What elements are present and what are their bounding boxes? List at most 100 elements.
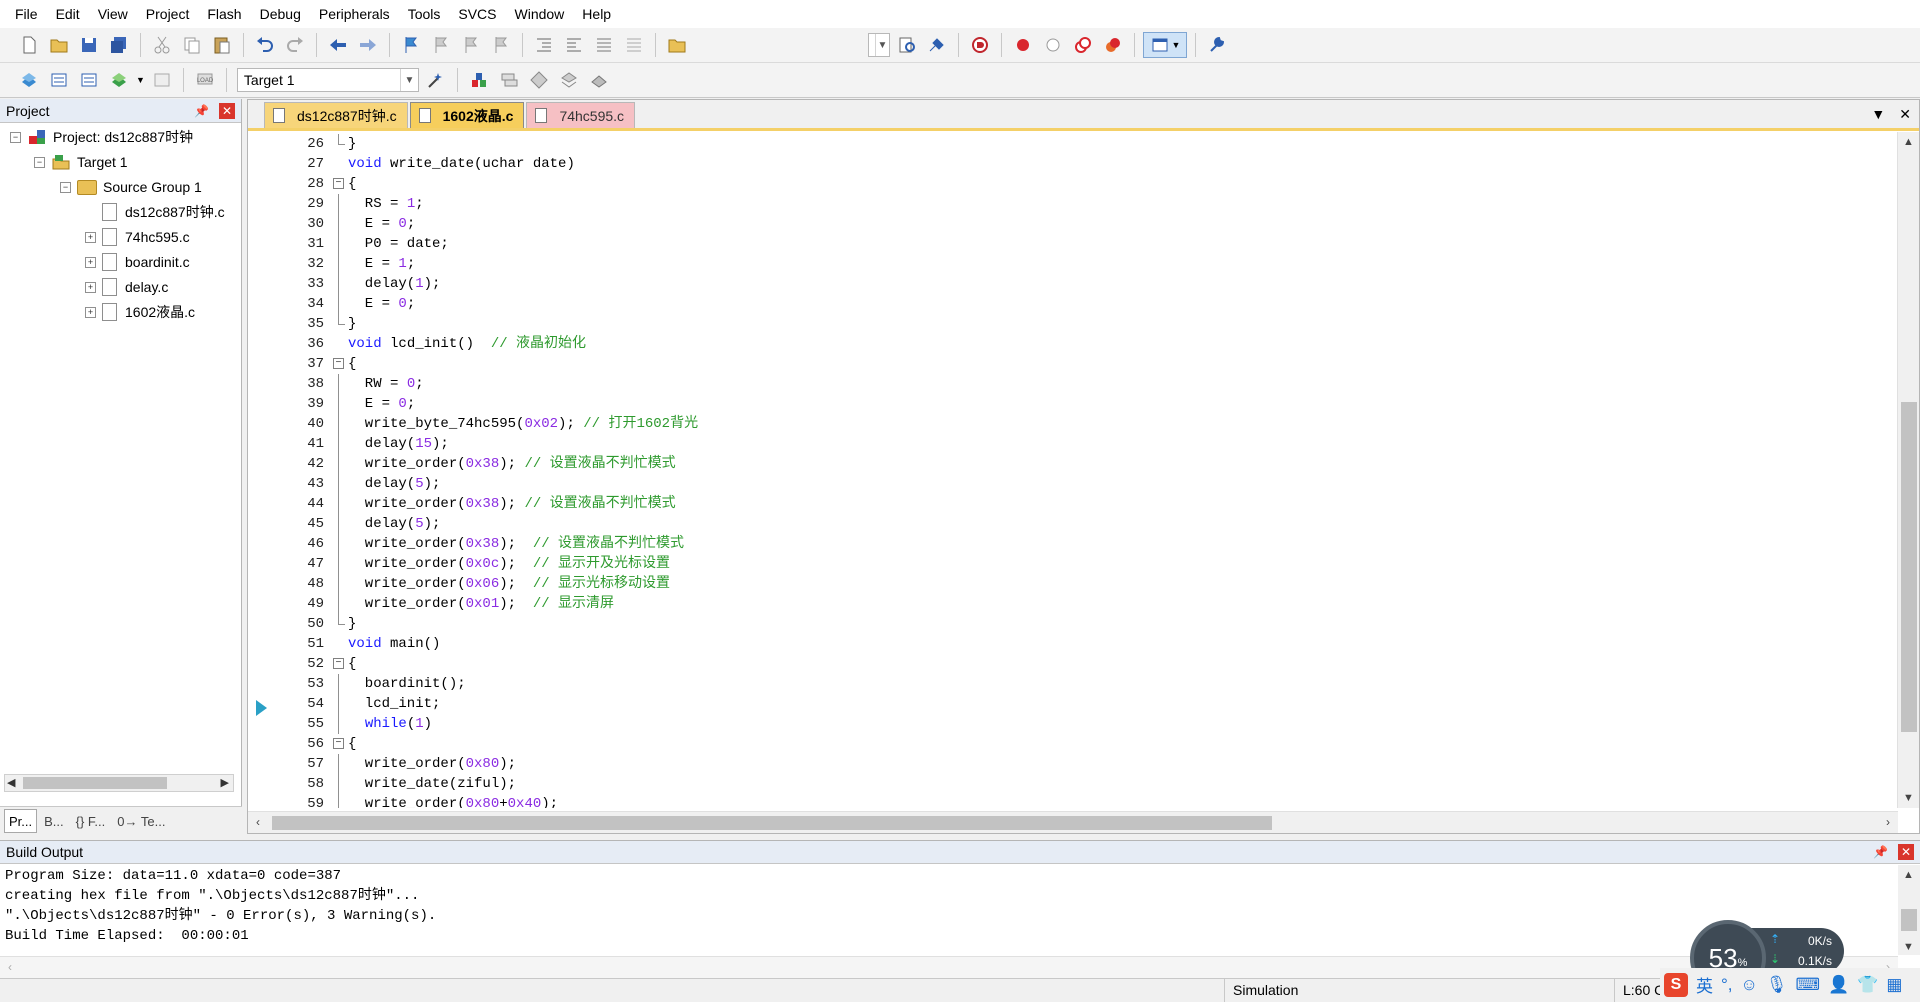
scroll-left-icon[interactable]: ‹ [8,960,12,974]
code-line[interactable]: 38 RW = 0; [248,374,1898,394]
debug-session-icon[interactable] [967,32,993,58]
download-icon[interactable]: LOAD [192,67,218,93]
close-icon[interactable]: ✕ [1898,844,1914,860]
window-layout-icon[interactable]: ▼ [1143,32,1187,58]
tree-node-file[interactable]: + delay.c [85,275,168,299]
scroll-thumb[interactable] [23,777,167,789]
code-line[interactable]: 40 write_byte_74hc595(0x02); // 打开1602背光 [248,414,1898,434]
pin-icon[interactable]: 📌 [1873,845,1888,859]
cut-icon[interactable] [149,32,175,58]
bookmark-icon[interactable] [398,32,424,58]
code-line[interactable]: 39 E = 0; [248,394,1898,414]
code-line[interactable]: 55 while(1) [248,714,1898,734]
comment-icon[interactable] [591,32,617,58]
configure-icon[interactable] [1204,32,1230,58]
code-line[interactable]: 32 E = 1; [248,254,1898,274]
scroll-down-icon[interactable]: ▼ [1903,792,1914,804]
code-line[interactable]: 46 write_order(0x38); // 设置液晶不判忙模式 [248,534,1898,554]
code-line[interactable]: 37−{ [248,354,1898,374]
tree-node-file[interactable]: + boardinit.c [85,250,190,274]
scroll-right-icon[interactable]: › [1886,815,1890,829]
code-line[interactable]: 43 delay(5); [248,474,1898,494]
manage-components-icon[interactable] [496,67,522,93]
menu-item-file[interactable]: File [6,0,47,28]
scroll-up-icon[interactable]: ▲ [1903,869,1914,881]
tab-templates[interactable]: 0→ Te... [112,809,170,833]
code-line[interactable]: 54 lcd_init; [248,694,1898,714]
translate-icon[interactable] [16,67,42,93]
select-packs-icon[interactable] [526,67,552,93]
target-select[interactable]: Target 1 ▼ [236,68,419,92]
tree-node-file[interactable]: ds12c887时钟.c [85,200,225,224]
unindent-icon[interactable] [561,32,587,58]
ime-language[interactable]: 英 [1696,972,1713,997]
code-line[interactable]: 59 write_order(0x80+0x40); [248,794,1898,808]
emoji-icon[interactable]: ☺ [1741,975,1758,995]
breakpoint-kill-all-icon[interactable] [1100,32,1126,58]
tab-list-icon[interactable]: ▼ [1871,106,1885,123]
code-line[interactable]: 27 void write_date(uchar date) [248,154,1898,174]
tree-node-group[interactable]: − Source Group 1 [60,175,202,199]
code-line[interactable]: 29 RS = 1; [248,194,1898,214]
nav-back-icon[interactable] [325,32,351,58]
sogou-logo-icon[interactable]: S [1664,972,1688,997]
pack-installer-icon[interactable] [556,67,582,93]
collapse-icon[interactable]: − [60,181,71,193]
punctuation-icon[interactable]: °, [1721,975,1733,995]
scroll-up-icon[interactable]: ▲ [1903,136,1914,148]
scroll-thumb[interactable] [1901,402,1917,732]
scroll-left-icon[interactable]: ‹ [256,815,260,829]
menu-item-svcs[interactable]: SVCS [449,0,505,28]
fold-toggle-icon[interactable]: − [332,174,348,194]
build-hscrollbar[interactable]: ‹ › [0,956,1898,978]
code-line[interactable]: 49 write_order(0x01); // 显示清屏 [248,594,1898,614]
menu-item-flash[interactable]: Flash [198,0,250,28]
code-line[interactable]: 36 void lcd_init() // 液晶初始化 [248,334,1898,354]
scroll-right-icon[interactable]: ▶ [221,776,229,789]
build-icon[interactable] [46,67,72,93]
batch-build-icon[interactable] [106,67,132,93]
tab-1602[interactable]: 1602液晶.c [409,102,525,128]
code-line[interactable]: 50} [248,614,1898,634]
fold-toggle-icon[interactable]: − [332,734,348,754]
open-folder-icon[interactable] [46,32,72,58]
menu-item-view[interactable]: View [89,0,137,28]
menu-item-help[interactable]: Help [573,0,620,28]
code-line[interactable]: 28−{ [248,174,1898,194]
collapse-icon[interactable]: − [10,131,21,143]
bookmark-prev-icon[interactable] [428,32,454,58]
tab-functions[interactable]: {} F... [71,809,111,833]
expand-icon[interactable]: + [85,306,96,318]
breakpoint-disable-all-icon[interactable] [1070,32,1096,58]
tree-node-file[interactable]: + 1602液晶.c [85,300,195,324]
code-area[interactable]: 26} 27 void write_date(uchar date) 28−{29 R… [248,132,1898,808]
breakpoint-icon[interactable] [1010,32,1036,58]
tree-node-target[interactable]: − Target 1 [34,150,128,174]
stop-build-icon[interactable] [149,67,175,93]
copy-icon[interactable] [179,32,205,58]
menu-item-project[interactable]: Project [137,0,199,28]
software-packs-icon[interactable] [586,67,612,93]
editor-hscrollbar[interactable]: ‹ › [248,811,1898,833]
code-line[interactable]: 51 void main() [248,634,1898,654]
scroll-thumb[interactable] [1901,909,1917,931]
indent-icon[interactable] [531,32,557,58]
code-line[interactable]: 35} [248,314,1898,334]
redo-icon[interactable] [282,32,308,58]
collapse-icon[interactable]: − [34,156,45,168]
new-file-icon[interactable] [16,32,42,58]
scroll-down-icon[interactable]: ▼ [1903,941,1914,953]
find-combo[interactable]: ▼ [868,33,890,57]
bookmark-clear-icon[interactable] [488,32,514,58]
fold-toggle-icon[interactable]: − [332,354,348,374]
code-line[interactable]: 57 write_order(0x80); [248,754,1898,774]
expand-icon[interactable]: + [85,231,96,243]
code-line[interactable]: 41 delay(15); [248,434,1898,454]
tab-books[interactable]: B... [39,809,69,833]
toolbox-icon[interactable]: ▦ [1886,975,1902,995]
code-line[interactable]: 26} [248,134,1898,154]
user-icon[interactable]: 👤 [1828,975,1849,995]
build-output-text[interactable]: Program Size: data=11.0 xdata=0 code=387… [0,864,1920,948]
code-line[interactable]: 31 P0 = date; [248,234,1898,254]
save-icon[interactable] [76,32,102,58]
